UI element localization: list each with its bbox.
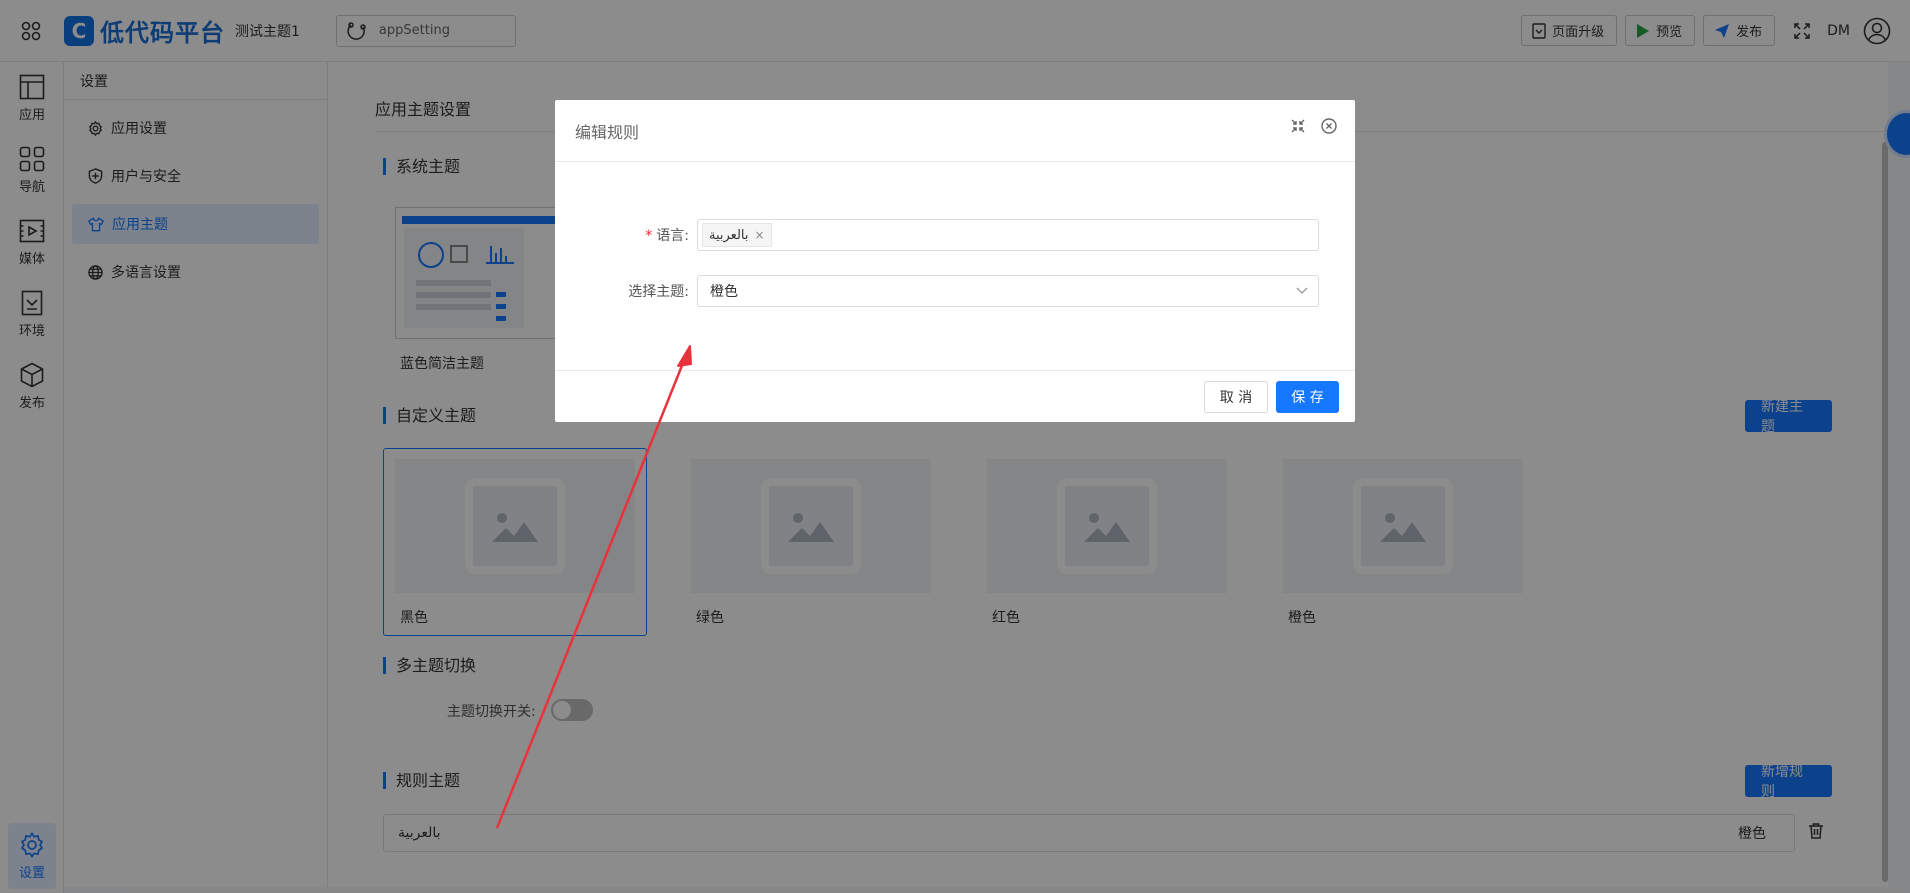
save-button[interactable]: 保 存: [1276, 381, 1339, 413]
theme-select-label: 选择主题:: [628, 284, 689, 300]
edit-rule-dialog: 编辑规则 * 语言: بالعربية × 选择主题: 橙色 取 消 保 存: [555, 100, 1355, 422]
collapse-icon[interactable]: [1291, 119, 1305, 133]
theme-select-value: 橙色: [710, 284, 738, 300]
language-select[interactable]: بالعربية ×: [697, 219, 1319, 251]
dialog-tools: [1275, 118, 1337, 134]
dialog-title: 编辑规则: [575, 122, 640, 142]
chevron-down-icon: [1296, 283, 1308, 299]
language-tag: بالعربية ×: [702, 223, 772, 247]
theme-row: 选择主题: 橙色: [555, 275, 1355, 307]
cancel-button[interactable]: 取 消: [1204, 381, 1268, 413]
language-label: * 语言:: [645, 228, 689, 244]
language-row: * 语言: بالعربية ×: [555, 219, 1355, 251]
dialog-footer: 取 消 保 存: [555, 370, 1355, 422]
theme-select[interactable]: 橙色: [697, 275, 1319, 307]
dialog-header: 编辑规则: [555, 100, 1355, 162]
tag-close-icon[interactable]: ×: [755, 228, 765, 242]
close-icon[interactable]: [1321, 118, 1337, 134]
language-tag-text: بالعربية: [709, 227, 749, 243]
